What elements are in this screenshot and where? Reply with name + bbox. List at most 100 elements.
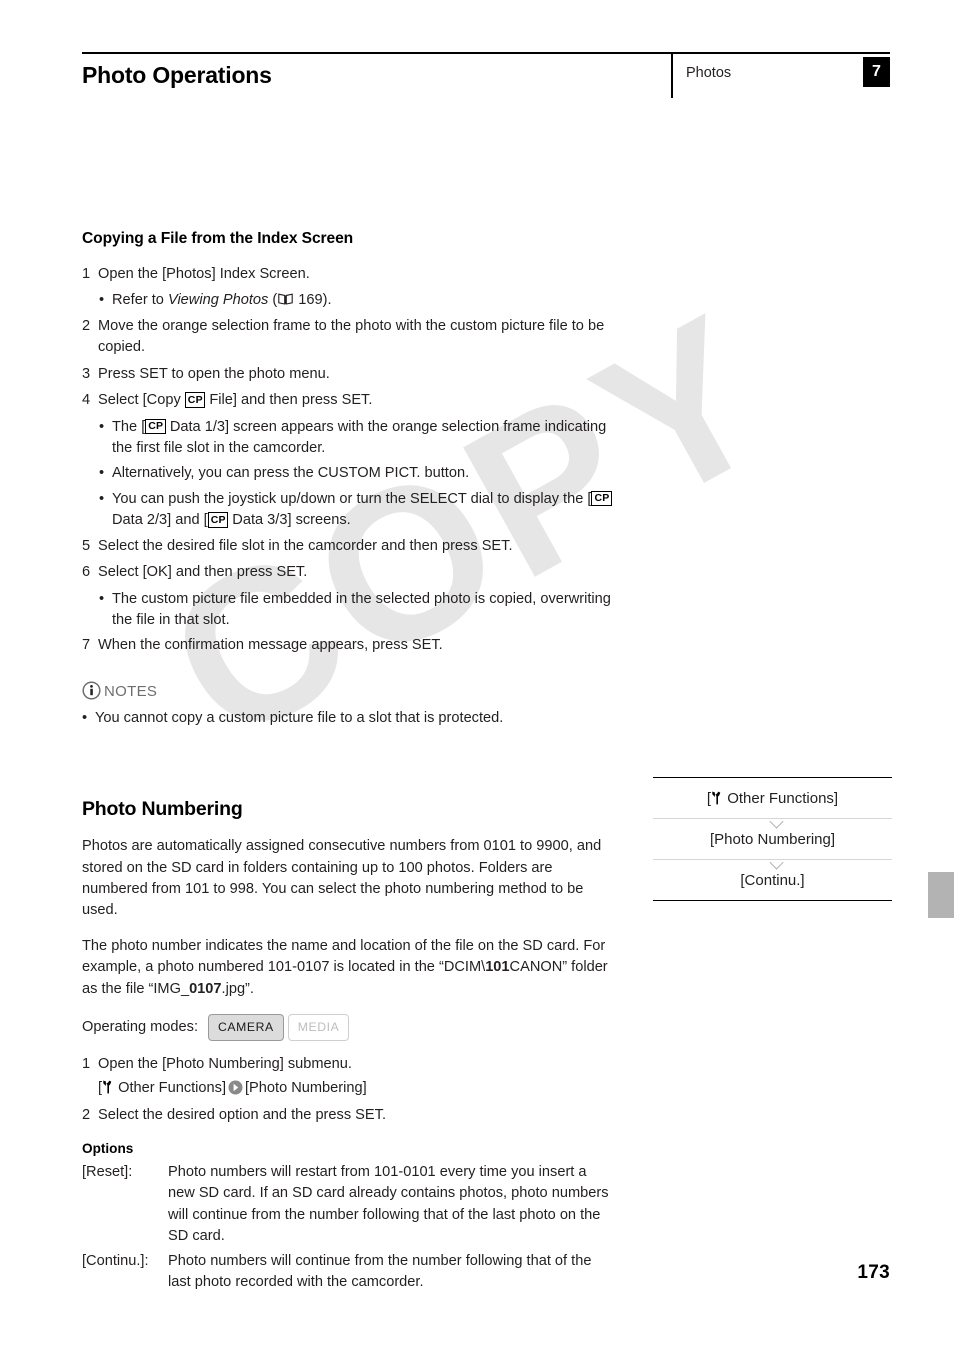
mode-badge-media: MEDIA (287, 1014, 350, 1041)
bullet-text-mid: Data 2/3] and [ (112, 512, 208, 529)
page-number: 173 (857, 1262, 890, 1283)
menu-box-item-other-functions: [ Other Functions] (653, 778, 892, 818)
bullet-text-before: The [ (112, 418, 146, 435)
step-text: When the confirmation message appears, p… (98, 637, 443, 654)
page-reference: 169 (298, 292, 323, 309)
step-number: 5 (82, 537, 91, 554)
bullet-text: You can push the joystick up/down or tur… (112, 489, 612, 532)
step-number: 1 (82, 265, 91, 282)
chapter-side-tab (928, 872, 954, 918)
step-number: 4 (82, 392, 91, 409)
bullet-item: • You can push the joystick up/down or t… (99, 489, 612, 532)
option-value: Photo numbers will restart from 101-0101… (168, 1163, 609, 1245)
step-text: Select [Copy CP File] and then press SET… (98, 390, 612, 411)
bullet-text: Alternatively, you can press the CUSTOM … (112, 465, 470, 482)
bullet-text: The custom picture file embedded in the … (112, 590, 611, 629)
bullet-item: • Refer to Viewing Photos ( 169). (99, 290, 612, 311)
notes-block: NOTES • You cannot copy a custom picture… (82, 681, 612, 729)
step-text: Press SET to open the photo menu. (98, 365, 330, 382)
bullet-text: Refer to Viewing Photos ( 169). (112, 290, 612, 311)
bullet-text-before: Refer to (112, 292, 168, 309)
cp-icon: CP (184, 392, 206, 408)
step-text-before: Select [Copy (98, 392, 185, 409)
section-heading: Photo Numbering (82, 798, 243, 821)
menu-box-item-continu: [Continu.] (740, 872, 805, 889)
step-number: 2 (82, 317, 91, 334)
mode-badge-camera: CAMERA (208, 1014, 284, 1041)
bullet-dot: • (99, 465, 105, 482)
bullet-text-after: Data 1/3] screen appears with the orange… (112, 418, 607, 456)
operating-modes-row: Operating modes: CAMERA MEDIA (82, 1014, 612, 1041)
step-item: 4 Select [Copy CP File] and then press S… (82, 390, 612, 411)
subsection-heading: Copying a File from the Index Screen (82, 230, 354, 247)
step-item: 7 When the confirmation message appears,… (82, 635, 612, 656)
main-content: Copying a File from the Index Screen 1 O… (82, 228, 612, 1296)
bold-folder-number: 101 (485, 959, 510, 976)
step-text: Open the [Photos] Index Screen. (98, 265, 310, 282)
wrench-icon (102, 1080, 114, 1094)
bullet-text: The [CP Data 1/3] screen appears with th… (112, 417, 612, 460)
bullet-text-end: ). (322, 292, 332, 309)
operating-modes-label: Operating modes: (82, 1018, 199, 1035)
step-number: 1 (82, 1055, 91, 1072)
paragraph-part3: .jpg”. (221, 980, 254, 997)
notes-heading: NOTES (82, 681, 612, 703)
step-item: 2 Move the orange selection frame to the… (82, 316, 612, 359)
step-item: 2 Select the desired option and the pres… (82, 1105, 612, 1126)
info-icon (82, 681, 101, 700)
notes-label: NOTES (104, 682, 158, 700)
bullet-item: • The custom picture file embedded in th… (99, 589, 612, 632)
header-right-group: Photos 7 (671, 54, 890, 98)
step-number: 7 (82, 637, 91, 654)
step-item: 6 Select [OK] and then press SET. (82, 562, 612, 583)
bullet-text: You cannot copy a custom picture file to… (95, 709, 504, 726)
italic-reference: Viewing Photos (167, 292, 269, 309)
step-item: 1 Open the [Photo Numbering] submenu. (82, 1054, 612, 1075)
bullet-dot: • (99, 292, 105, 309)
header-section-label: Photos (686, 65, 732, 81)
paragraph: The photo number indicates the name and … (82, 936, 612, 1000)
bullet-dot: • (99, 490, 105, 507)
bullet-dot: • (82, 709, 88, 726)
step-number: 2 (82, 1107, 91, 1124)
step-item: 3 Press SET to open the photo menu. (82, 364, 612, 385)
menu-path-box: [ Other Functions] [Photo Numbering] [Co… (653, 777, 892, 901)
menu-path: [ Other Functions] [Photo Numbering] (98, 1078, 612, 1099)
step-text: Select [OK] and then press SET. (98, 564, 308, 581)
option-key: [Reset]: (82, 1163, 133, 1180)
chapter-number-badge: 7 (863, 57, 890, 87)
step-text: Select the desired option and the press … (98, 1107, 386, 1124)
bullet-text-before: You can push the joystick up/down or tur… (112, 490, 592, 507)
bullet-dot: • (99, 418, 105, 435)
option-row: [Reset]: Photo numbers will restart from… (82, 1162, 612, 1248)
page-title: Photo Operations (82, 62, 272, 88)
cp-icon: CP (207, 512, 229, 528)
step-text: Select the desired file slot in the camc… (98, 537, 513, 554)
step-number: 6 (82, 564, 91, 581)
bold-file-number: 0107 (189, 980, 222, 997)
step-item: 1 Open the [Photos] Index Screen. (82, 264, 612, 285)
bullet-item: • The [CP Data 1/3] screen appears with … (99, 417, 612, 460)
cp-icon: CP (145, 418, 166, 435)
option-value: Photo numbers will continue from the num… (168, 1252, 592, 1291)
options-heading: Options (82, 1140, 134, 1156)
step-item: 5 Select the desired file slot in the ca… (82, 536, 612, 557)
book-icon (278, 291, 293, 306)
bullet-text-after: ( (268, 292, 278, 309)
bullet-dot: • (99, 590, 105, 607)
option-row: [Continu.]: Photo numbers will continue … (82, 1251, 612, 1294)
paragraph: Photos are automatically assigned consec… (82, 838, 602, 919)
step-text-after: File] and then press SET. (205, 392, 373, 409)
menu-path-row: [ Other Functions] [Photo Numbering] (98, 1078, 612, 1099)
option-key: [Continu.]: (82, 1252, 149, 1269)
wrench-icon (711, 791, 723, 805)
step-number: 3 (82, 365, 91, 382)
arrow-right-circle-icon (228, 1080, 243, 1095)
menu-path-item1: Other Functions] (114, 1080, 226, 1096)
menu-path-item2: [Photo Numbering] (245, 1080, 367, 1096)
menu-box-item-label: Other Functions] (723, 790, 839, 807)
step-text: Move the orange selection frame to the p… (98, 317, 605, 356)
cp-icon: CP (591, 490, 612, 507)
bullet-item: • Alternatively, you can press the CUSTO… (99, 463, 612, 484)
bullet-item: • You cannot copy a custom picture file … (82, 708, 612, 729)
